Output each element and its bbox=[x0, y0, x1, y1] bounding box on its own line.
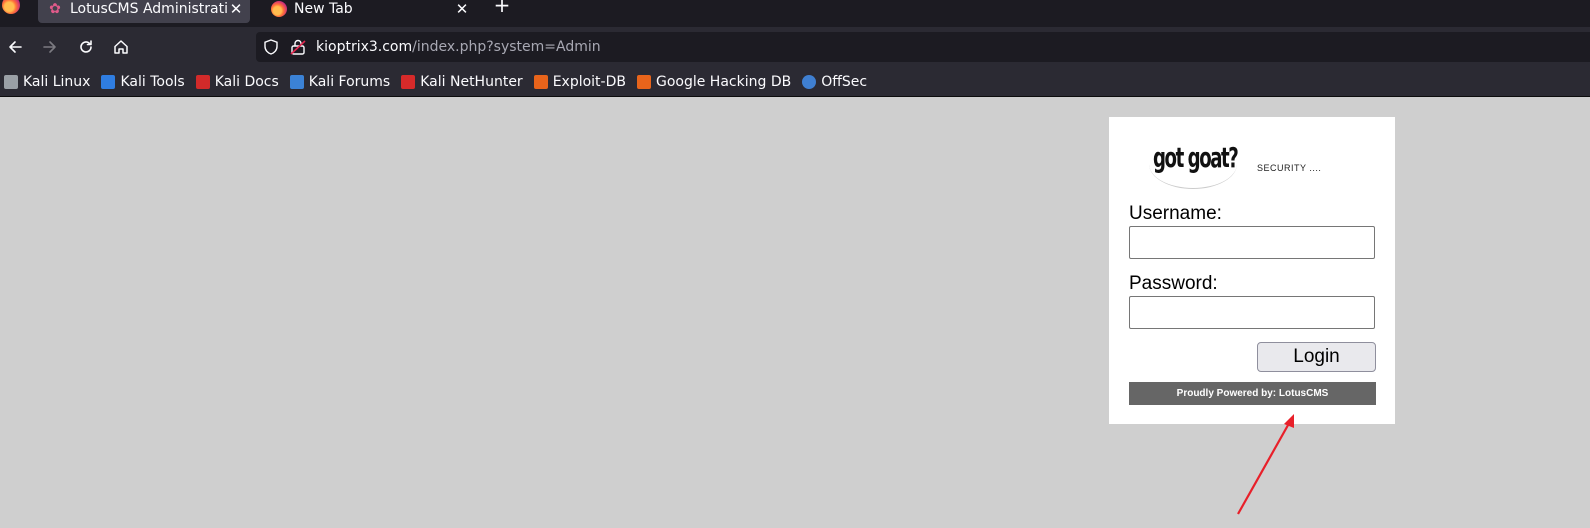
tab-title: LotusCMS Administration bbox=[70, 0, 228, 17]
kali-dragon-icon bbox=[4, 74, 18, 89]
got-goat-logo: got goat? bbox=[1149, 131, 1239, 189]
tagline: SECURITY .... bbox=[1257, 163, 1322, 173]
navigation-bar: kioptrix3.com/index.php?system=Admin bbox=[0, 27, 1590, 67]
bookmark-kali-tools[interactable]: Kali Tools bbox=[101, 70, 185, 94]
home-button[interactable] bbox=[109, 35, 133, 59]
nethunter-icon bbox=[401, 74, 416, 89]
bookmark-label: Kali NetHunter bbox=[420, 73, 523, 90]
url-path: /index.php?system=Admin bbox=[412, 39, 601, 55]
firefox-menu-icon[interactable] bbox=[2, 0, 20, 14]
bookmark-kali-docs[interactable]: Kali Docs bbox=[195, 70, 279, 94]
reload-button[interactable] bbox=[74, 35, 98, 59]
exploit-db-icon bbox=[533, 74, 548, 89]
password-label: Password: bbox=[1129, 273, 1218, 294]
bookmark-offsec[interactable]: OffSec bbox=[802, 70, 867, 94]
back-arrow-icon bbox=[9, 41, 22, 53]
firefox-icon bbox=[271, 0, 287, 17]
forward-arrow-icon bbox=[43, 41, 56, 53]
kali-tools-icon bbox=[101, 74, 116, 89]
url-host: kioptrix3.com bbox=[316, 39, 413, 55]
kali-docs-icon bbox=[195, 74, 210, 89]
offsec-icon bbox=[802, 74, 817, 89]
close-tab-icon[interactable]: ✕ bbox=[454, 0, 470, 18]
bookmarks-toolbar: Kali Linux Kali Tools Kali Docs Kali For… bbox=[0, 67, 1590, 97]
bookmark-kali-forums[interactable]: Kali Forums bbox=[289, 70, 391, 94]
bookmark-label: Google Hacking DB bbox=[655, 73, 792, 90]
home-icon bbox=[114, 40, 128, 54]
tracking-shield-icon[interactable] bbox=[262, 38, 280, 56]
bookmark-label: Kali Linux bbox=[23, 73, 91, 90]
bookmark-exploit-db[interactable]: Exploit-DB bbox=[533, 70, 626, 94]
kali-forums-icon bbox=[289, 74, 304, 89]
username-input[interactable] bbox=[1129, 226, 1375, 259]
reload-icon bbox=[80, 40, 92, 53]
new-tab-button[interactable]: + bbox=[492, 0, 512, 15]
bookmark-label: Kali Docs bbox=[214, 73, 279, 90]
bookmark-kali-linux[interactable]: Kali Linux bbox=[4, 70, 90, 94]
bookmark-google-hacking-db[interactable]: Google Hacking DB bbox=[636, 70, 792, 94]
password-input[interactable] bbox=[1129, 296, 1375, 329]
username-label: Username: bbox=[1129, 203, 1222, 224]
back-button[interactable] bbox=[3, 35, 27, 59]
tab-lotuscms-admin[interactable]: ✿ LotusCMS Administration ✕ bbox=[38, 0, 250, 23]
close-tab-icon[interactable]: ✕ bbox=[228, 0, 244, 18]
bookmark-label: Exploit-DB bbox=[552, 73, 626, 90]
lotus-flower-icon: ✿ bbox=[49, 0, 61, 17]
annotation-arrow bbox=[1237, 414, 1294, 515]
bookmark-label: OffSec bbox=[821, 73, 868, 90]
powered-by-footer: Proudly Powered by: LotusCMS bbox=[1129, 382, 1376, 405]
forward-button[interactable] bbox=[38, 35, 62, 59]
tab-strip: ✿ LotusCMS Administration ✕ New Tab ✕ + bbox=[0, 0, 1590, 27]
login-button[interactable]: Login bbox=[1257, 342, 1376, 372]
tab-new-tab[interactable]: New Tab ✕ bbox=[262, 0, 476, 23]
bookmark-label: Kali Forums bbox=[308, 73, 391, 90]
url-text[interactable]: kioptrix3.com/index.php?system=Admin bbox=[316, 39, 601, 55]
address-bar[interactable]: kioptrix3.com/index.php?system=Admin bbox=[256, 32, 1590, 62]
tab-title: New Tab bbox=[294, 0, 353, 17]
bookmark-label: Kali Tools bbox=[120, 73, 185, 90]
bookmark-kali-nethunter[interactable]: Kali NetHunter bbox=[401, 70, 523, 94]
ghdb-icon bbox=[636, 74, 651, 89]
login-panel: got goat? SECURITY .... Username: Passwo… bbox=[1109, 117, 1395, 424]
logo-text: got goat? bbox=[1153, 141, 1239, 174]
insecure-lock-icon[interactable] bbox=[290, 38, 306, 56]
